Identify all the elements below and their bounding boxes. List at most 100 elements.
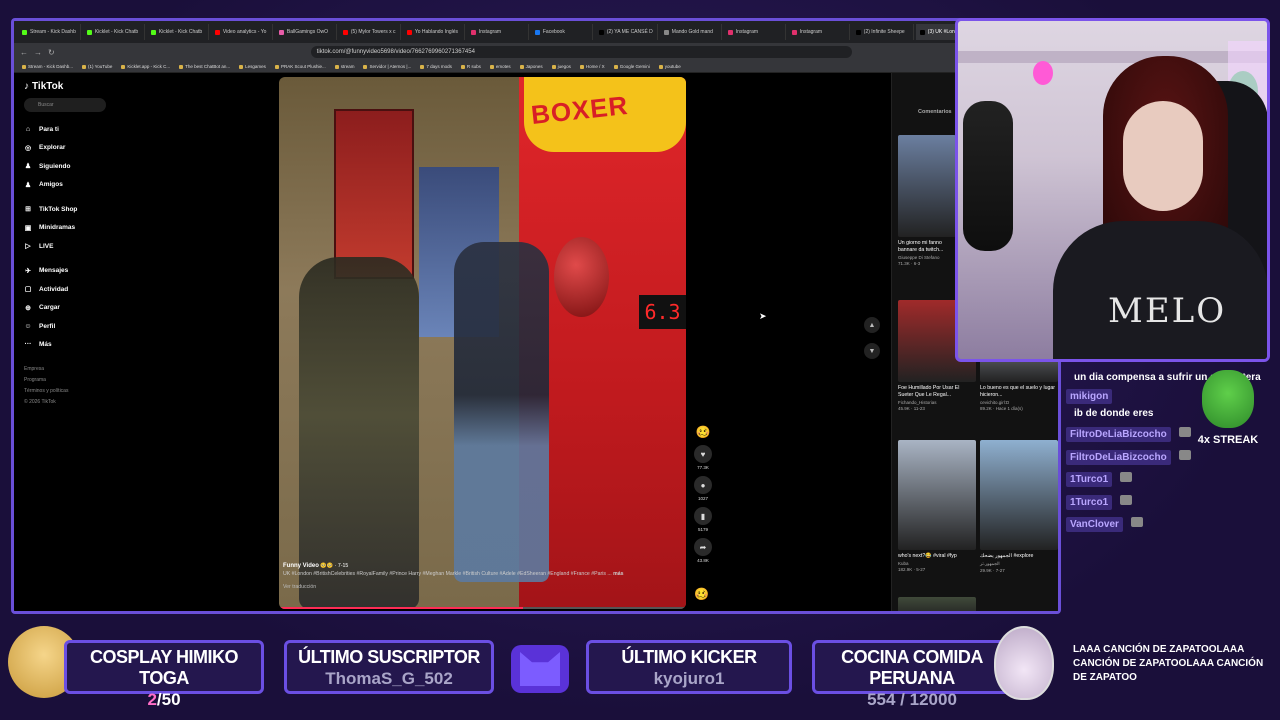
more-link[interactable]: más: [613, 571, 623, 577]
sidebar-item-cargar[interactable]: ⊕ Cargar: [24, 299, 114, 318]
browser-tab[interactable]: Mando Gold mand: [660, 24, 722, 40]
sidebar-item-tiktok-shop[interactable]: ⊞ TikTok Shop: [24, 200, 114, 219]
chevron-up-icon[interactable]: ▲: [864, 317, 880, 333]
sidebar-item-mensajes[interactable]: ✈ Mensajes: [24, 262, 114, 281]
bookmark-item[interactable]: Kicklet.app - Kick C...: [121, 64, 170, 69]
browser-tab[interactable]: (5) Mylor Towers x c: [339, 24, 401, 40]
tab-comments[interactable]: Comentarios: [918, 109, 952, 115]
sidebar-item-minidramas[interactable]: ▣ Minidramas: [24, 219, 114, 238]
save-count: 5179: [697, 527, 708, 532]
bookmark-label: Stream - Kick Dashb...: [28, 64, 74, 69]
video-thumbnail[interactable]: [898, 440, 976, 550]
tab-favicon-icon: [791, 29, 797, 35]
back-icon[interactable]: ←: [20, 48, 28, 57]
bookmark-item[interactable]: Google Gemini: [613, 64, 650, 69]
forward-icon[interactable]: →: [34, 48, 42, 57]
last-kicker-panel: ÚLTIMO KICKER kyojuro1: [586, 640, 792, 694]
sidebar-item-para-ti[interactable]: ⌂ Para ti: [24, 120, 114, 139]
sidebar-item-explorar[interactable]: ◎ Explorar: [24, 139, 114, 158]
sidebar-footer: Empresa Programa Términos y políticas © 202…: [24, 364, 114, 408]
video-thumbnail[interactable]: [898, 135, 956, 237]
video-thumbnail[interactable]: [980, 440, 1058, 550]
bookmark-item[interactable]: The best ChatBot an...: [179, 64, 230, 69]
sidebar-item-m-s[interactable]: ··· Más: [24, 336, 114, 355]
browser-tab[interactable]: (2) Infinite Sheepe: [852, 24, 914, 40]
bookmark-item[interactable]: Lesgames: [239, 64, 266, 69]
bookmark-item[interactable]: PRAK Scout Plushie...: [274, 64, 326, 69]
chat-username[interactable]: FiltroDeLiaBizcocho: [1066, 427, 1171, 442]
video-card-author[interactable]: Kuba: [898, 561, 976, 566]
video-card[interactable]: Viking straight outta NFL: [898, 597, 976, 611]
compass-icon: ◎: [24, 144, 32, 152]
music-disc-icon[interactable]: 🥴: [694, 587, 709, 601]
share-icon[interactable]: ➦: [694, 538, 712, 556]
browser-tab[interactable]: Video analytics - Yo: [211, 24, 273, 40]
video-author[interactable]: Funny Video: [283, 563, 319, 569]
bookmark-item[interactable]: Servidor | Aternos |...: [363, 64, 411, 69]
video-card-title[interactable]: Un giorno mi fanno bannare da twitch...: [898, 240, 956, 254]
bookmark-item[interactable]: R subs: [460, 64, 481, 69]
browser-tab[interactable]: Kicklet - Kick Chatb: [83, 24, 145, 40]
video-card-title[interactable]: who's next?😂 #viral #fyp: [898, 553, 976, 560]
chat-username[interactable]: mikigon: [1066, 388, 1113, 404]
bookmark-item[interactable]: Home / X: [579, 64, 605, 69]
search-input[interactable]: Buscar: [24, 98, 106, 112]
sidebar-item-actividad[interactable]: ▢ Actividad: [24, 280, 114, 299]
video-card-title[interactable]: Lo bueno es que el suelo y lugar hiciero…: [980, 385, 1058, 399]
bookmark-item[interactable]: 7 days mods: [420, 64, 452, 69]
creator-avatar[interactable]: 🥴: [696, 425, 711, 439]
chat-username[interactable]: FiltroDeLiaBizcocho: [1066, 449, 1171, 465]
chat-username[interactable]: 1Turco1: [1066, 494, 1113, 510]
browser-tab[interactable]: Instagram: [788, 24, 850, 40]
video-card[interactable]: who's next?😂 #viral #fyp Kuba 182.9K · 5-2…: [898, 440, 976, 572]
browser-tab[interactable]: Instagram: [467, 24, 529, 40]
browser-tab[interactable]: Stream - Kick Dashb: [18, 24, 81, 40]
video-player[interactable]: BOXER 6.3 Funny Video 🥺🥺 · 7-15 UK #Lond…: [279, 77, 686, 609]
sidebar-item-label: Amigos: [39, 181, 63, 189]
sidebar-item-siguiendo[interactable]: ♟ Siguiendo: [24, 157, 114, 176]
video-card-author[interactable]: cevichito.girl:D: [980, 400, 1058, 405]
browser-tab[interactable]: Yo Hablando Inglés: [403, 24, 465, 40]
sidebar-item-amigos[interactable]: ♟ Amigos: [24, 176, 114, 195]
bookmark-item[interactable]: (1) YouTube: [82, 64, 112, 69]
folder-icon: [420, 64, 425, 69]
bookmark-item[interactable]: youtube: [658, 64, 681, 69]
video-card-title[interactable]: الجمهور يضحك #explore: [980, 553, 1058, 560]
footer-link[interactable]: Términos y políticas: [24, 386, 114, 397]
folder-icon: [489, 64, 494, 69]
chat-username[interactable]: 1Turco1: [1066, 472, 1113, 487]
bookmark-item[interactable]: emotes: [489, 64, 511, 69]
bookmark-icon[interactable]: ▮: [694, 507, 712, 525]
browser-tab[interactable]: Facebook: [531, 24, 593, 40]
url-field[interactable]: tiktok.com/@funnyvideo5698/video/7662769…: [310, 46, 852, 58]
bookmark-item[interactable]: Stream - Kick Dashb...: [22, 64, 73, 69]
translate-link[interactable]: Ver traducción: [283, 583, 676, 591]
footer-link[interactable]: Programa: [24, 375, 114, 386]
browser-tab[interactable]: Kicklet - Kick Chatb: [147, 24, 209, 40]
sidebar-item-live[interactable]: ▷ LIVE: [24, 237, 114, 256]
folder-icon: [519, 64, 524, 69]
heart-icon[interactable]: ♥: [694, 445, 712, 463]
video-thumbnail[interactable]: [898, 597, 976, 611]
video-card[interactable]: الجمهور يضحك #explore الجمهور.تر 29.9K · 7…: [980, 440, 1058, 573]
pink-toy: [1033, 61, 1053, 85]
shelf: [958, 51, 1267, 63]
tiktok-logo[interactable]: ♪ TikTok: [24, 81, 114, 92]
video-card-author[interactable]: Giuseppe Di Stefano: [898, 255, 956, 260]
chevron-down-icon[interactable]: ▼: [864, 343, 880, 359]
comment-icon[interactable]: ●: [694, 476, 712, 494]
bookmark-item[interactable]: stream: [334, 64, 354, 69]
sidebar-item-perfil[interactable]: ☺ Perfil: [24, 317, 114, 336]
browser-tab[interactable]: (2) YA ME CANSÉ D: [595, 24, 658, 40]
browser-tab[interactable]: Instagram: [724, 24, 786, 40]
reload-icon[interactable]: ↻: [48, 48, 55, 57]
chat-username[interactable]: VanClover: [1066, 517, 1123, 532]
video-card-author[interactable]: Fichando_Historias: [898, 400, 976, 405]
browser-tab[interactable]: BallGamings OwO: [275, 24, 337, 40]
bookmark-item[interactable]: Japones: [519, 64, 543, 69]
footer-link[interactable]: Empresa: [24, 364, 114, 375]
bookmark-item[interactable]: juegos: [551, 64, 571, 69]
video-progress[interactable]: [279, 607, 686, 609]
video-card-author[interactable]: الجمهور.تر: [980, 561, 1058, 567]
video-card-title[interactable]: Foe Humillado Por Usar El Sueter Que Le …: [898, 385, 976, 399]
